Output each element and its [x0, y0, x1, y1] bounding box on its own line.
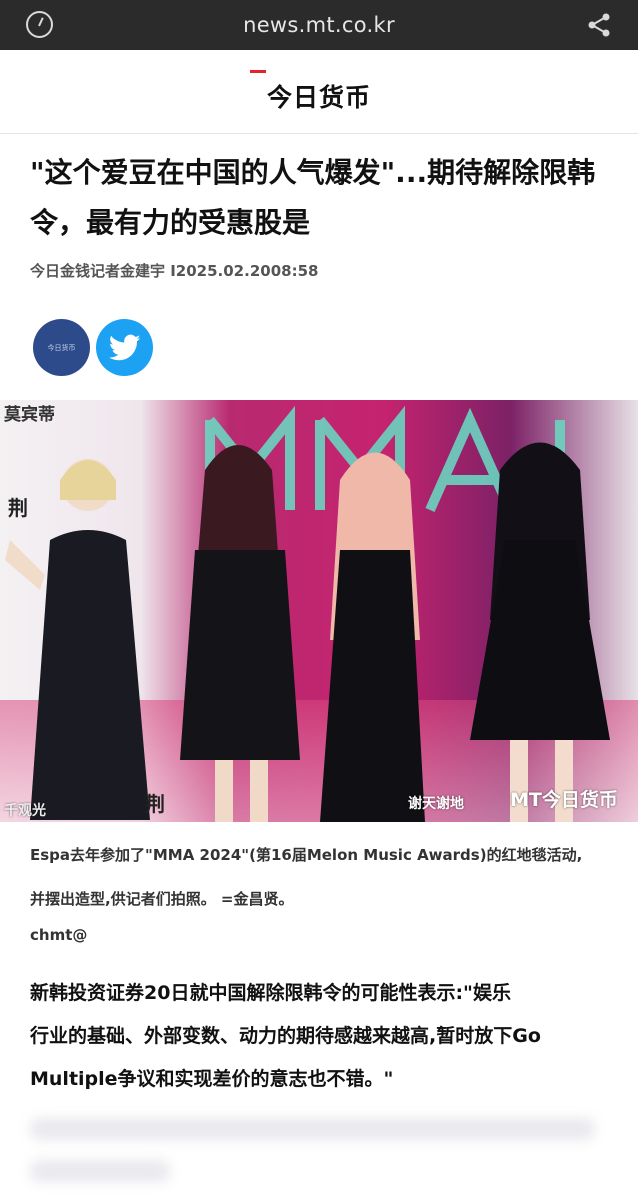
mt-share-label: 今日货币 — [47, 343, 76, 352]
logo-accent-mark — [250, 70, 266, 73]
share-icon[interactable] — [586, 12, 612, 38]
twitter-bird-icon — [108, 334, 140, 360]
photo-sign-left: 荆 — [8, 496, 28, 520]
body-line-3: Multiple争议和实现差价的意志也不错。" — [30, 1068, 394, 1090]
site-header: 今日货币 — [0, 50, 638, 134]
body-line-2: 行业的基础、外部变数、动力的期待感越来越高,暂时放下Go — [30, 1025, 541, 1047]
article-photo[interactable]: 莫宾蒂 荆 千观光 荆 谢天谢地 MT今日货币 — [0, 400, 638, 822]
article-body-paragraph: 新韩投资证券20日就中国解除限韩令的可能性表示:"娱乐 行业的基础、外部变数、动… — [30, 972, 615, 1101]
blurred-text-fade — [30, 1110, 600, 1190]
author-handle: chmt@ — [30, 926, 88, 944]
photo-caption: Espa去年参加了"MMA 2024"(第16届Melon Music Awar… — [30, 833, 615, 921]
site-logo[interactable]: 今日货币 — [0, 78, 638, 114]
photo-illustration — [0, 400, 638, 822]
photo-sign-bottom: 荆 — [145, 792, 165, 816]
blurred-line-1 — [30, 1118, 595, 1140]
photo-watermark-bottom-left: 千观光 — [4, 803, 46, 819]
caption-line-1: Espa去年参加了"MMA 2024"(第16届Melon Music Awar… — [30, 846, 583, 864]
body-line-1: 新韩投资证券20日就中国解除限韩令的可能性表示:"娱乐 — [30, 982, 511, 1004]
url-display[interactable]: news.mt.co.kr — [243, 13, 395, 37]
article-headline: "这个爱豆在中国的人气爆发"...期待解除限韩令，最有力的受惠股是 — [30, 156, 596, 239]
clock-icon[interactable] — [26, 11, 53, 38]
photo-brand-watermark: MT今日货币 — [510, 789, 618, 811]
photo-watermark-top-left: 莫宾蒂 — [4, 405, 55, 425]
caption-line-2: 并摆出造型,供记者们拍照。 =金昌贤。 — [30, 890, 294, 908]
photo-watermark-bottom-right: 谢天谢地 — [408, 796, 464, 812]
twitter-share-button[interactable] — [96, 319, 153, 376]
article-byline: 今日金钱记者金建宇 I2025.02.2008:58 — [30, 262, 319, 280]
browser-top-bar: news.mt.co.kr — [0, 0, 638, 50]
social-share-buttons: 今日货币 — [33, 319, 153, 376]
blurred-line-2 — [30, 1160, 170, 1182]
mt-share-button[interactable]: 今日货币 — [33, 319, 90, 376]
